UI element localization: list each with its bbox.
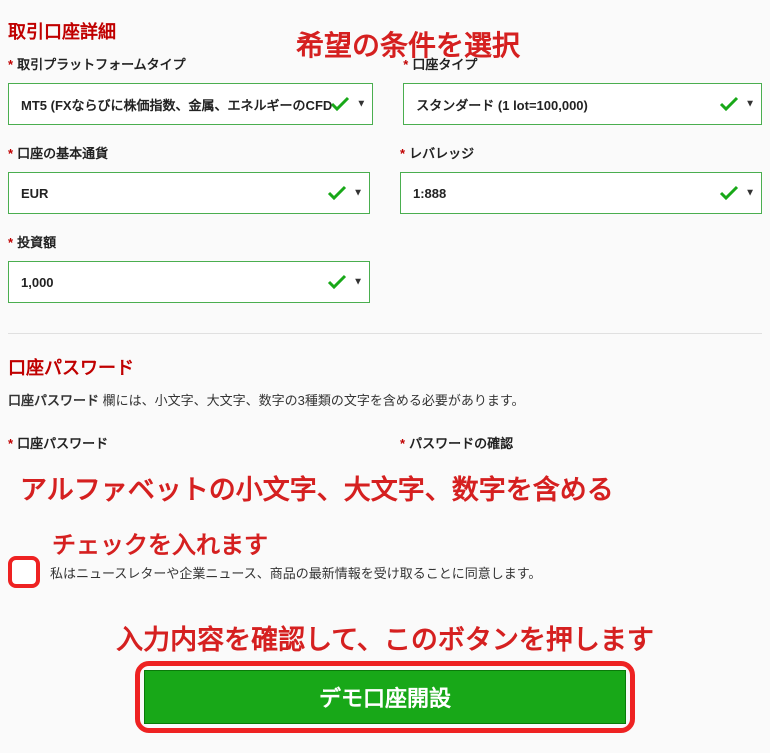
label-password-confirm: *パスワードの確認 [400,433,762,452]
section-title-password: 口座パスワード [8,354,762,380]
annotation-password-rule: アルファベットの小文字、大文字、数字を含める [8,468,762,507]
annotation-confirm-submit: 入力内容を確認して、このボタンを押します [8,618,762,657]
select-investment-value: 1,000 [21,275,329,290]
required-mark: * [8,436,13,451]
annotation-select-conditions: 希望の条件を選択 [208,24,608,64]
select-base-currency[interactable]: EUR ▼ [8,172,370,214]
select-leverage-value: 1:888 [413,186,721,201]
select-account-type[interactable]: スタンダード (1 lot=100,000) ▼ [403,83,762,125]
required-mark: * [8,57,13,72]
select-base-currency-value: EUR [21,186,329,201]
submit-highlight-frame: デモ口座開設 [135,661,635,733]
submit-button[interactable]: デモ口座開設 [144,670,626,724]
select-platform[interactable]: MT5 (FXならびに株価指数、金属、エネルギーのCFD ▼ [8,83,373,125]
label-investment: *投資額 [8,232,370,251]
chevron-down-icon: ▼ [353,277,363,288]
select-leverage[interactable]: 1:888 ▼ [400,172,762,214]
annotation-check: チェックを入れます [52,525,762,560]
check-icon [719,96,739,112]
check-icon [327,185,347,201]
label-password: *口座パスワード [8,433,370,452]
check-icon [330,96,350,112]
consent-text: 私はニュースレターや企業ニュース、商品の最新情報を受け取ることに同意します。 [50,563,541,582]
select-platform-value: MT5 (FXならびに株価指数、金属、エネルギーのCFD [21,95,332,114]
chevron-down-icon: ▼ [356,99,366,110]
required-mark: * [8,235,13,250]
select-account-type-value: スタンダード (1 lot=100,000) [416,95,721,114]
check-icon [327,274,347,290]
chevron-down-icon: ▼ [745,99,755,110]
password-description: 口座パスワード 欄には、小文字、大文字、数字の3種類の文字を含める必要があります… [8,390,762,409]
chevron-down-icon: ▼ [745,188,755,199]
select-investment[interactable]: 1,000 ▼ [8,261,370,303]
divider [8,333,762,334]
check-icon [719,185,739,201]
required-mark: * [8,146,13,161]
required-mark: * [400,436,405,451]
label-base-currency: *口座の基本通貨 [8,143,370,162]
chevron-down-icon: ▼ [353,188,363,199]
required-mark: * [400,146,405,161]
consent-checkbox[interactable] [8,556,40,588]
label-leverage: *レバレッジ [400,143,762,162]
